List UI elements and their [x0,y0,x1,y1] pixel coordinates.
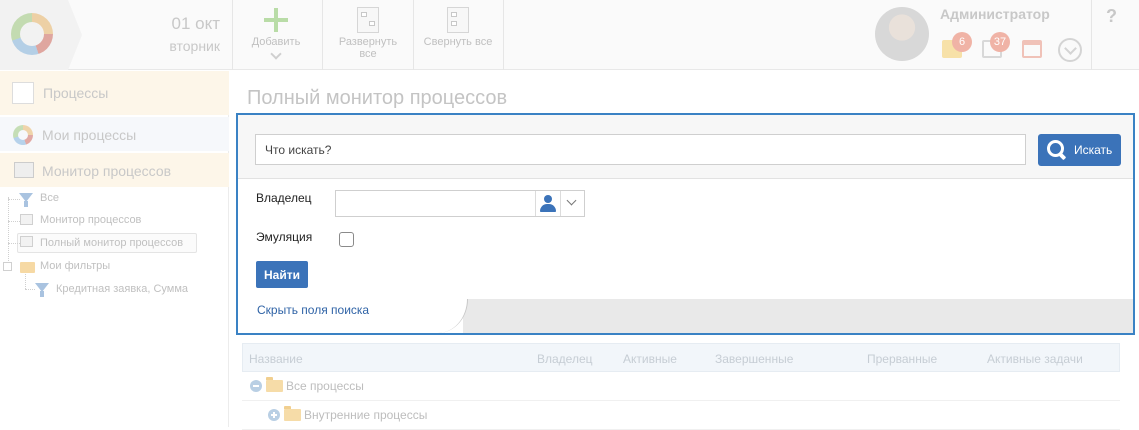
sidebar-item-label: Монитор процессов [42,163,172,179]
sidebar-section-label: Процессы [43,85,109,101]
collapse-toggle-icon[interactable] [3,262,12,271]
tree-node-all[interactable]: Все [40,192,59,204]
messages-badge: 6 [952,32,972,52]
tree-line [8,221,20,222]
calendar-icon[interactable] [1022,40,1042,58]
add-button[interactable]: Добавить [240,4,312,66]
filter-icon [35,283,49,297]
search-button[interactable]: Искать [1038,134,1121,166]
person-icon[interactable] [540,195,556,212]
emulation-checkbox[interactable] [339,232,354,247]
collapse-all-label: Свернуть все [423,36,493,48]
sidebar-item-label: Мои процессы [42,127,137,143]
row-label: Все процессы [286,379,364,393]
emulation-label: Эмуляция [256,230,313,244]
owner-field-divider [560,191,561,216]
expand-icon[interactable] [268,409,280,421]
tree-line [25,274,26,289]
date-day: 01 окт [171,14,220,33]
monitor-icon [20,236,33,247]
collapse-all-button[interactable]: Свернуть все [420,4,496,66]
expand-all-label: Развернуть все [338,36,398,60]
chevron-down-icon[interactable] [1058,38,1082,62]
tree-node-process-monitor[interactable]: Монитор процессов [40,214,141,226]
table-row[interactable]: Внутренние процессы [242,401,1120,430]
folder-icon [266,377,283,392]
monitor-icon [20,214,33,225]
sidebar-item-process-monitor[interactable]: Монитор процессов [0,153,229,187]
tree-node-credit-filter[interactable]: Кредитная заявка, Сумма [56,283,188,295]
sidebar-item-my-processes[interactable]: Мои процессы [0,117,229,151]
tasks-badge: 37 [990,32,1010,52]
search-panel: Искать Владелец Эмуляция Найти Скрыть по… [236,113,1135,335]
owner-label: Владелец [256,191,312,205]
search-input[interactable] [255,134,1026,165]
owner-input[interactable] [336,191,534,216]
tree-line [8,197,9,267]
expand-all-button[interactable]: Развернуть все [334,4,402,66]
owner-field-divider [535,191,536,216]
column-header-completed[interactable]: Завершенные [715,352,793,366]
avatar[interactable] [875,7,929,61]
chevron-down-icon[interactable] [566,195,577,206]
toolbar-divider [322,0,323,70]
help-icon[interactable]: ? [1106,6,1117,27]
user-name[interactable]: Администратор [940,6,1050,22]
find-button[interactable]: Найти [256,261,308,288]
plus-icon [264,8,288,32]
row-label: Внутренние процессы [304,408,428,422]
owner-field [335,190,585,217]
panel-footer-strip [463,299,1133,333]
column-header-aborted[interactable]: Прерванные [867,352,937,366]
search-icon [1047,140,1066,159]
table-row[interactable]: Все процессы [242,372,1120,401]
sidebar-section-processes[interactable]: Процессы [0,71,229,115]
folder-icon [284,406,301,421]
collapse-tree-icon [447,7,469,33]
top-bar: 01 окт вторник Добавить Развернуть все С… [0,0,1139,70]
processes-icon [12,82,34,104]
filter-icon [19,193,33,207]
sidebar: Процессы Мои процессы Монитор процессов … [0,71,229,427]
search-bar-area: Искать [238,115,1133,179]
hide-search-fields-link[interactable]: Скрыть поля поиска [257,303,369,317]
logo[interactable] [0,0,68,70]
tree-node-full-process-monitor[interactable]: Полный монитор процессов [40,237,183,249]
toolbar-divider [503,0,504,70]
column-header-name[interactable]: Название [249,352,303,366]
folder-icon [20,262,35,273]
search-button-label: Искать [1074,143,1113,157]
toolbar-divider [413,0,414,70]
column-header-owner[interactable]: Владелец [537,352,593,366]
date-arrow [68,0,82,70]
chevron-down-icon [270,48,282,60]
table-header: Название Владелец Активные Завершенные П… [242,343,1120,372]
collapse-icon[interactable] [250,380,262,392]
tree-node-my-filters[interactable]: Мои фильтры [40,260,110,272]
logo-ring-icon [11,13,53,55]
expand-tree-icon [357,7,379,33]
tree-line [25,289,35,290]
process-table: Название Владелец Активные Завершенные П… [242,343,1120,430]
monitor-icon [14,162,34,178]
process-ring-icon [13,125,33,145]
toolbar-divider [1091,0,1092,70]
tree-line [8,243,20,244]
toolbar-divider [232,0,233,70]
page-title: Полный монитор процессов [247,87,508,109]
column-header-active[interactable]: Активные [623,352,677,366]
column-header-active-tasks[interactable]: Активные задачи [987,352,1083,366]
add-button-label: Добавить [251,36,301,48]
date-weekday: вторник [169,38,220,54]
